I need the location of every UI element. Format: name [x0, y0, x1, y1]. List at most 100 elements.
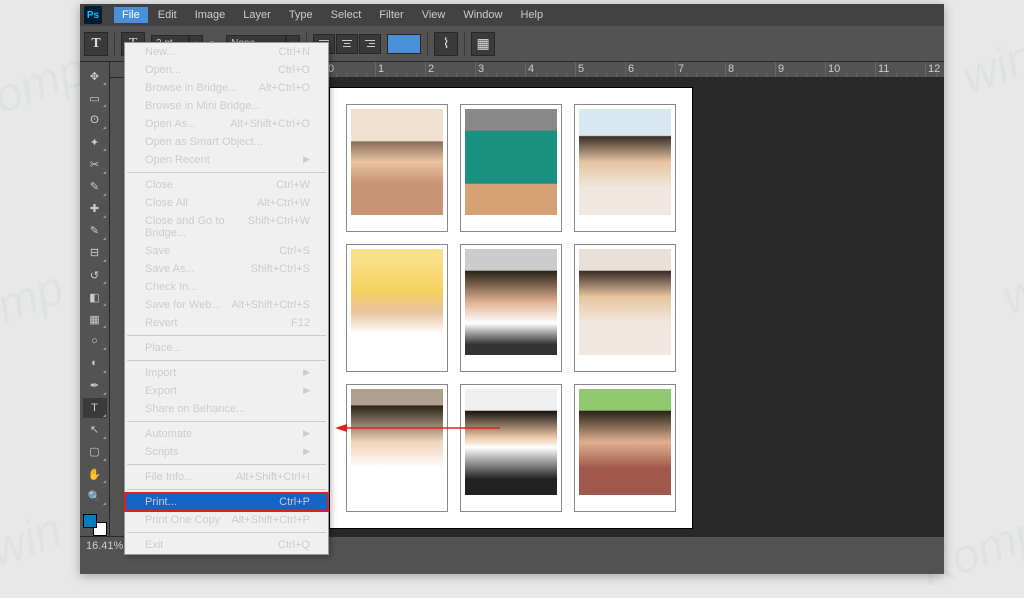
ruler-tick: 5: [576, 62, 626, 77]
polaroid-frame[interactable]: [346, 384, 448, 512]
align-center-button[interactable]: [336, 34, 358, 54]
marquee-tool[interactable]: ▭: [83, 88, 107, 108]
menu-select[interactable]: Select: [323, 7, 370, 23]
ruler-tick: 12: [926, 62, 944, 77]
pen-tool[interactable]: ✒: [83, 376, 107, 396]
clone-stamp-tool[interactable]: ⊟: [83, 243, 107, 263]
ruler-tick: 6: [626, 62, 676, 77]
menu-item-file-info[interactable]: File Info...Alt+Shift+Ctrl+I: [125, 468, 328, 486]
polaroid-frame[interactable]: [574, 384, 676, 512]
history-brush-tool[interactable]: ↺: [83, 265, 107, 285]
menu-item-export[interactable]: Export▶: [125, 382, 328, 400]
lasso-tool[interactable]: ʘ: [83, 110, 107, 130]
menu-item-exit[interactable]: ExitCtrl+Q: [125, 536, 328, 554]
menu-item-open[interactable]: Open...Ctrl+O: [125, 61, 328, 79]
menu-item-open-recent[interactable]: Open Recent▶: [125, 151, 328, 169]
magic-wand-tool[interactable]: ✦: [83, 132, 107, 152]
gradient-tool[interactable]: ▦: [83, 309, 107, 329]
ruler-tick: 7: [676, 62, 726, 77]
menu-edit[interactable]: Edit: [150, 7, 185, 23]
align-right-button[interactable]: [359, 34, 381, 54]
menu-separator: [127, 532, 326, 533]
menu-item-browse-in-bridge[interactable]: Browse in Bridge...Alt+Ctrl+O: [125, 79, 328, 97]
menu-separator: [127, 172, 326, 173]
photo-placeholder: [351, 109, 443, 215]
zoom-tool[interactable]: 🔍: [83, 486, 107, 506]
photo-placeholder: [579, 249, 671, 355]
document-canvas[interactable]: [330, 88, 692, 528]
polaroid-grid: [330, 88, 692, 528]
photo-placeholder: [465, 389, 557, 495]
menu-layer[interactable]: Layer: [235, 7, 279, 23]
menu-item-check-in: Check In...: [125, 278, 328, 296]
crop-tool[interactable]: ✂: [83, 154, 107, 174]
photo-placeholder: [465, 249, 557, 355]
polaroid-frame[interactable]: [574, 244, 676, 372]
menu-item-open-as-smart-object[interactable]: Open as Smart Object...: [125, 133, 328, 151]
ruler-tick: 3: [476, 62, 526, 77]
menu-item-open-as[interactable]: Open As...Alt+Shift+Ctrl+O: [125, 115, 328, 133]
photo-placeholder: [351, 389, 443, 495]
menu-separator: [127, 464, 326, 465]
menu-item-place[interactable]: Place...: [125, 339, 328, 357]
ruler-tick: 0: [326, 62, 376, 77]
menu-item-import[interactable]: Import▶: [125, 364, 328, 382]
menu-item-share-on-behance: Share on Behance...: [125, 400, 328, 418]
photo-placeholder: [351, 249, 443, 355]
menu-window[interactable]: Window: [455, 7, 510, 23]
menu-separator: [127, 360, 326, 361]
menu-separator: [127, 489, 326, 490]
menu-item-close-all[interactable]: Close AllAlt+Ctrl+W: [125, 194, 328, 212]
ruler-tick: 10: [826, 62, 876, 77]
photo-placeholder: [579, 109, 671, 215]
path-selection-tool[interactable]: ↖: [83, 420, 107, 440]
menu-item-browse-in-mini-bridge[interactable]: Browse in Mini Bridge...: [125, 97, 328, 115]
menu-separator: [127, 335, 326, 336]
menu-file[interactable]: File: [114, 7, 148, 23]
menu-item-new[interactable]: New...Ctrl+N: [125, 43, 328, 61]
panels-toggle-icon[interactable]: ▦: [471, 32, 495, 56]
menu-item-save-for-web[interactable]: Save for Web...Alt+Shift+Ctrl+S: [125, 296, 328, 314]
hand-tool[interactable]: ✋: [83, 464, 107, 484]
polaroid-frame[interactable]: [460, 244, 562, 372]
menu-item-close[interactable]: CloseCtrl+W: [125, 176, 328, 194]
tool-preset-icon[interactable]: T: [84, 32, 108, 56]
menu-view[interactable]: View: [414, 7, 454, 23]
menu-item-print-one-copy[interactable]: Print One CopyAlt+Shift+Ctrl+P: [125, 511, 328, 529]
annotation-arrow: [335, 422, 505, 434]
polaroid-frame[interactable]: [574, 104, 676, 232]
foreground-color[interactable]: [83, 514, 97, 528]
polaroid-frame[interactable]: [346, 244, 448, 372]
polaroid-frame[interactable]: [460, 104, 562, 232]
menu-item-revert: RevertF12: [125, 314, 328, 332]
warp-text-icon[interactable]: ⌇: [434, 32, 458, 56]
menu-filter[interactable]: Filter: [371, 7, 411, 23]
menu-item-close-and-go-to-bridge[interactable]: Close and Go to Bridge...Shift+Ctrl+W: [125, 212, 328, 242]
ruler-tick: 8: [726, 62, 776, 77]
color-swatches[interactable]: [83, 514, 107, 536]
menu-item-save[interactable]: SaveCtrl+S: [125, 242, 328, 260]
menu-help[interactable]: Help: [512, 7, 551, 23]
eraser-tool[interactable]: ◧: [83, 287, 107, 307]
menu-item-automate[interactable]: Automate▶: [125, 425, 328, 443]
menu-item-print[interactable]: Print...Ctrl+P: [125, 493, 328, 511]
eyedropper-tool[interactable]: ✎: [83, 177, 107, 197]
text-color-swatch[interactable]: [387, 34, 421, 54]
blur-tool[interactable]: ○: [83, 331, 107, 351]
ruler-tick: 1: [376, 62, 426, 77]
polaroid-frame[interactable]: [460, 384, 562, 512]
ruler-tick: 2: [426, 62, 476, 77]
move-tool[interactable]: ✥: [83, 66, 107, 86]
menu-type[interactable]: Type: [281, 7, 321, 23]
zoom-level[interactable]: 16.41%: [86, 540, 123, 552]
menu-item-save-as[interactable]: Save As...Shift+Ctrl+S: [125, 260, 328, 278]
menu-separator: [127, 421, 326, 422]
polaroid-frame[interactable]: [346, 104, 448, 232]
dodge-tool[interactable]: ◐: [83, 353, 107, 373]
healing-brush-tool[interactable]: ✚: [83, 199, 107, 219]
type-tool[interactable]: T: [83, 398, 107, 418]
menu-item-scripts[interactable]: Scripts▶: [125, 443, 328, 461]
shape-tool[interactable]: ▢: [83, 442, 107, 462]
brush-tool[interactable]: ✎: [83, 221, 107, 241]
menu-image[interactable]: Image: [187, 7, 234, 23]
